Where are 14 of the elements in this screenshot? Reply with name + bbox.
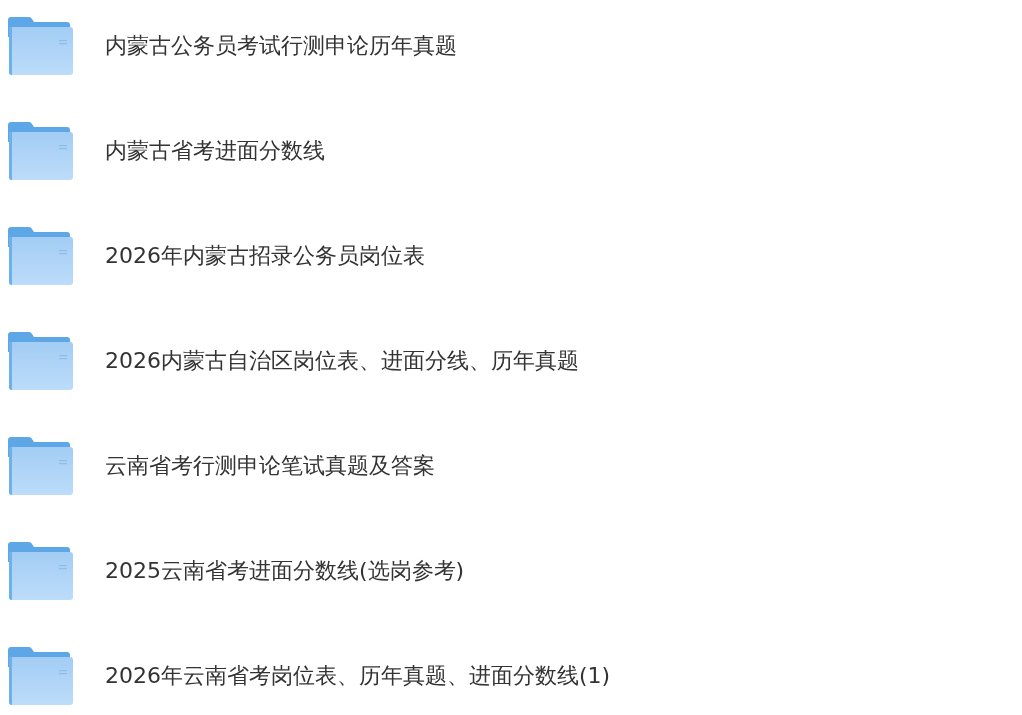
folder-icon [8, 542, 73, 600]
folder-name[interactable]: 内蒙古省考进面分数线 [105, 136, 325, 166]
folder-name[interactable]: 2026年内蒙古招录公务员岗位表 [105, 241, 425, 271]
folder-name[interactable]: 云南省考行测申论笔试真题及答案 [105, 451, 435, 481]
folder-icon [8, 332, 73, 390]
folder-name[interactable]: 2026内蒙古自治区岗位表、进面分线、历年真题 [105, 346, 579, 376]
folder-icon [8, 437, 73, 495]
folder-name[interactable]: 2025云南省考进面分数线(选岗参考) [105, 556, 465, 586]
folder-icon [8, 17, 73, 75]
folder-icon [8, 647, 73, 705]
folder-icon [8, 122, 73, 180]
folder-name[interactable]: 2026年云南省考岗位表、历年真题、进面分数线(1) [105, 661, 611, 691]
folder-name[interactable]: 内蒙古公务员考试行测申论历年真题 [105, 31, 457, 61]
folder-icon [8, 227, 73, 285]
